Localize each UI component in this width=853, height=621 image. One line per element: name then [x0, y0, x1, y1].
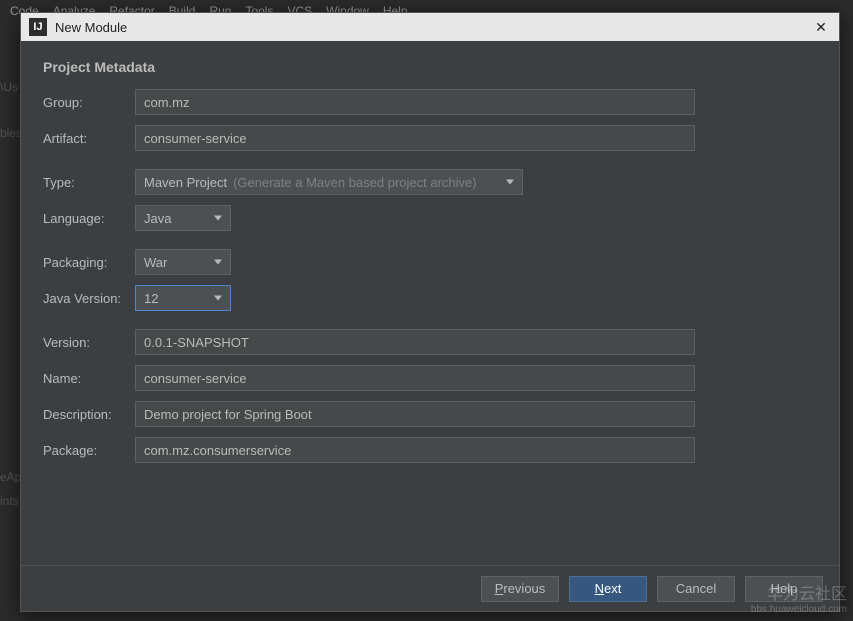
description-label: Description: — [43, 407, 135, 422]
bg-fragment: eAp — [0, 470, 21, 484]
version-input[interactable] — [135, 329, 695, 355]
name-input[interactable] — [135, 365, 695, 391]
language-label: Language: — [43, 211, 135, 226]
language-value: Java — [144, 211, 171, 226]
packaging-combo[interactable]: War — [135, 249, 231, 275]
bg-fragment: ints — [0, 494, 19, 508]
close-icon[interactable]: ✕ — [811, 17, 831, 37]
dialog-button-bar: Previous Next Cancel Help — [21, 565, 839, 611]
chevron-down-icon — [214, 260, 222, 265]
dialog-content: Project Metadata Group: Artifact: Type: … — [21, 41, 839, 565]
artifact-input[interactable] — [135, 125, 695, 151]
type-value: Maven Project — [144, 175, 227, 190]
package-input[interactable] — [135, 437, 695, 463]
package-label: Package: — [43, 443, 135, 458]
chevron-down-icon — [506, 180, 514, 185]
group-input[interactable] — [135, 89, 695, 115]
help-button[interactable]: Help — [745, 576, 823, 602]
language-combo[interactable]: Java — [135, 205, 231, 231]
java-version-label: Java Version: — [43, 291, 135, 306]
previous-button[interactable]: Previous — [481, 576, 559, 602]
name-label: Name: — [43, 371, 135, 386]
artifact-label: Artifact: — [43, 131, 135, 146]
next-button[interactable]: Next — [569, 576, 647, 602]
dialog-titlebar: IJ New Module ✕ — [21, 13, 839, 41]
app-icon: IJ — [29, 18, 47, 36]
group-label: Group: — [43, 95, 135, 110]
dialog-title: New Module — [55, 20, 811, 35]
type-combo[interactable]: Maven Project (Generate a Maven based pr… — [135, 169, 523, 195]
new-module-dialog: IJ New Module ✕ Project Metadata Group: … — [20, 12, 840, 612]
packaging-value: War — [144, 255, 167, 270]
bg-fragment: bles — [0, 126, 22, 140]
type-hint: (Generate a Maven based project archive) — [233, 175, 477, 190]
version-label: Version: — [43, 335, 135, 350]
description-input[interactable] — [135, 401, 695, 427]
packaging-label: Packaging: — [43, 255, 135, 270]
java-version-value: 12 — [144, 291, 158, 306]
cancel-button[interactable]: Cancel — [657, 576, 735, 602]
java-version-combo[interactable]: 12 — [135, 285, 231, 311]
bg-fragment: \Us — [0, 80, 18, 94]
section-title: Project Metadata — [43, 59, 817, 75]
chevron-down-icon — [214, 296, 222, 301]
chevron-down-icon — [214, 216, 222, 221]
type-label: Type: — [43, 175, 135, 190]
